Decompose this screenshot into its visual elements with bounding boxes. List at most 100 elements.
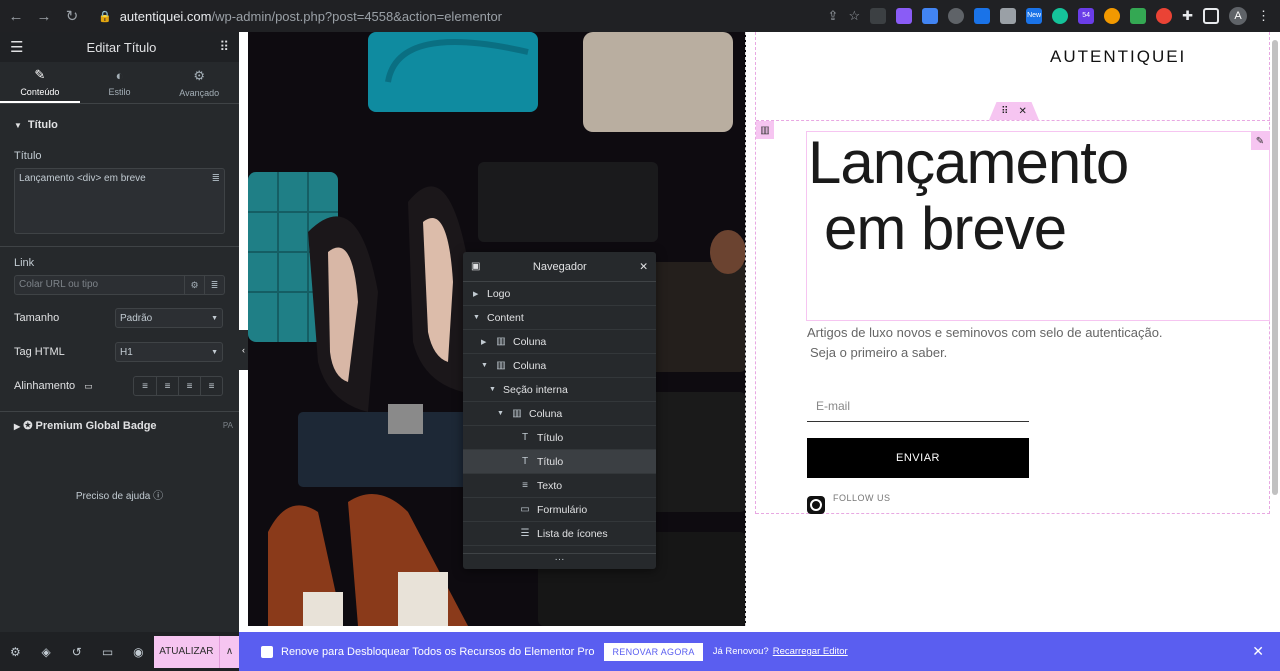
section-handle[interactable]: ⠿ ✕ <box>989 102 1039 120</box>
extension-feather-icon[interactable] <box>896 8 913 24</box>
history-icon[interactable]: ↺ <box>61 645 92 659</box>
tab-style[interactable]: ◐ Estilo <box>80 62 160 103</box>
settings-icon[interactable]: ⚙ <box>0 645 31 659</box>
renew-now-button[interactable]: RENOVAR AGORA <box>604 642 703 661</box>
navigator-item[interactable]: ≡ Texto <box>463 474 656 498</box>
page-heading[interactable]: Lançamento em breve <box>808 129 1129 262</box>
link-input[interactable]: Colar URL ou tipo <box>15 276 184 294</box>
caret-down-icon[interactable]: ▼ <box>481 362 489 369</box>
column-handle-icon[interactable]: ▥ <box>756 121 774 139</box>
hamburger-icon[interactable]: ☰ <box>10 38 23 56</box>
help-link[interactable]: Preciso de ajuda ⓘ <box>0 487 239 502</box>
send-button[interactable]: ENVIAR <box>807 438 1029 478</box>
puzzle-icon[interactable]: ✚ <box>1182 8 1193 24</box>
drag-dots-icon[interactable]: ⠿ <box>1001 106 1008 117</box>
forward-icon[interactable]: → <box>32 4 56 28</box>
tag-row: Tag HTML H1 ▼ <box>0 341 239 363</box>
navigator-item[interactable]: ▼ Content <box>463 306 656 330</box>
email-input[interactable]: E-mail <box>807 394 1029 422</box>
section-guide-left <box>755 32 756 514</box>
star-icon[interactable]: ☆ <box>848 8 860 24</box>
heading-line-1: Lançamento <box>808 129 1129 196</box>
caret-right-icon[interactable]: ▶ <box>481 338 489 346</box>
sidepanel-icon[interactable] <box>1203 8 1219 24</box>
close-icon[interactable]: ✕ <box>1018 106 1026 117</box>
collapse-all-icon[interactable]: ▣ <box>471 261 480 272</box>
caret-right-icon[interactable]: ▶ <box>473 290 481 298</box>
avatar[interactable]: A <box>1229 7 1247 25</box>
canvas-scrollbar[interactable] <box>1272 40 1278 495</box>
extension-translate-icon[interactable] <box>974 8 991 24</box>
section-guide-top <box>756 120 1270 121</box>
extension-recycle-icon[interactable] <box>870 8 887 24</box>
extension-camera-icon[interactable] <box>1000 8 1017 24</box>
follow-us-label: FOLLOW US <box>833 493 891 503</box>
navigator-item-label: Coluna <box>513 335 547 348</box>
caret-down-icon[interactable]: ▼ <box>489 386 497 393</box>
navigator-item[interactable]: T Título <box>463 426 656 450</box>
extension-54-icon[interactable]: 54 <box>1078 8 1095 24</box>
align-right-icon[interactable]: ≡ <box>178 377 200 395</box>
update-options-chevron-icon[interactable]: ∧ <box>219 635 239 668</box>
navigator-close-icon[interactable]: ✕ <box>639 261 648 273</box>
share-icon[interactable]: ⇪ <box>828 8 839 24</box>
tab-advanced-label: Avançado <box>179 87 220 98</box>
desktop-icon[interactable]: ▭ <box>84 381 93 391</box>
navigator-item[interactable]: ☰ Lista de ícones <box>463 522 656 546</box>
navigator-resize-handle[interactable]: ··· <box>463 553 656 569</box>
navigator-item[interactable]: T Título <box>463 450 656 474</box>
navigator-item[interactable]: ▶ Logo <box>463 282 656 306</box>
navigator-item-label: Coluna <box>529 407 563 420</box>
responsive-icon[interactable]: ▭ <box>92 645 123 659</box>
size-value: Padrão <box>120 312 153 324</box>
address-bar[interactable]: 🔒 autentiquei.com/wp-admin/post.php?post… <box>98 4 828 28</box>
promo-bar: Renove para Desbloquear Todos os Recurso… <box>239 632 1280 671</box>
menu-dots-icon[interactable]: ⋮ <box>1257 8 1270 24</box>
back-icon[interactable]: ← <box>4 4 28 28</box>
navigator-item[interactable]: ▶ ▥ Coluna <box>463 330 656 354</box>
title-textarea-value: Lançamento <div> em breve <box>19 173 146 184</box>
reload-icon[interactable]: ↻ <box>60 4 84 28</box>
size-row: Tamanho Padrão ▼ <box>0 307 239 329</box>
tab-advanced[interactable]: ⚙ Avançado <box>159 62 239 103</box>
link-field[interactable]: Colar URL ou tipo ⚙ ≣ <box>14 275 225 295</box>
extension-chrome-icon[interactable] <box>1156 8 1173 24</box>
link-options-gear-icon[interactable]: ⚙ <box>184 276 204 294</box>
widgets-grid-icon[interactable]: ⠿ <box>219 39 229 55</box>
extension-grammarly-icon[interactable] <box>1052 8 1069 24</box>
size-select[interactable]: Padrão ▼ <box>115 308 223 328</box>
tag-select[interactable]: H1 ▼ <box>115 342 223 362</box>
panel-collapse-handle[interactable]: ‹ <box>239 330 248 370</box>
navigator-header: ▣ Navegador ✕ <box>463 252 656 282</box>
tab-content[interactable]: ✎ Conteúdo <box>0 62 80 103</box>
extension-new-icon[interactable]: New <box>1026 8 1043 24</box>
preview-eye-icon[interactable]: ◉ <box>123 645 154 659</box>
navigator-item[interactable]: ▭ Formulário <box>463 498 656 522</box>
site-logo[interactable]: AUTENTIQUEI <box>1050 47 1186 67</box>
reload-editor-link[interactable]: Recarregar Editor <box>773 646 848 657</box>
edit-pencil-icon[interactable]: ✎ <box>1251 132 1269 150</box>
link-dynamic-icon[interactable]: ≣ <box>204 276 224 294</box>
navigator-item[interactable]: ▼ ▥ Coluna <box>463 402 656 426</box>
update-button[interactable]: ATUALIZAR <box>153 635 220 668</box>
align-justify-icon[interactable]: ≡ <box>200 377 222 395</box>
extension-flame-icon[interactable] <box>1104 8 1121 24</box>
caret-down-icon[interactable]: ▼ <box>473 314 481 321</box>
navigator-item-label: Título <box>537 431 564 444</box>
layers-icon[interactable]: ◈ <box>31 645 62 659</box>
extension-doc-icon[interactable] <box>922 8 939 24</box>
extension-globe-icon[interactable] <box>948 8 965 24</box>
promo-close-icon[interactable]: ✕ <box>1252 643 1264 660</box>
align-left-icon[interactable]: ≡ <box>134 377 156 395</box>
navigator-list: ▶ Logo ▼ Content ▶ ▥ Coluna ▼ ▥ Coluna ▼ Seção inte… <box>463 282 656 546</box>
caret-down-icon[interactable]: ▼ <box>497 410 505 417</box>
instagram-icon[interactable] <box>807 496 825 514</box>
dynamic-tags-icon[interactable]: ≣ <box>212 173 220 184</box>
title-textarea[interactable]: Lançamento <div> em breve ≣ <box>14 168 225 234</box>
premium-global-badge-section[interactable]: ▶ ✪ Premium Global Badge PA <box>0 411 239 439</box>
navigator-item[interactable]: ▼ ▥ Coluna <box>463 354 656 378</box>
align-center-icon[interactable]: ≡ <box>156 377 178 395</box>
navigator-item[interactable]: ▼ Seção interna <box>463 378 656 402</box>
extension-x-icon[interactable] <box>1130 8 1147 24</box>
section-toggle-title[interactable]: ▼ Título <box>0 110 239 140</box>
